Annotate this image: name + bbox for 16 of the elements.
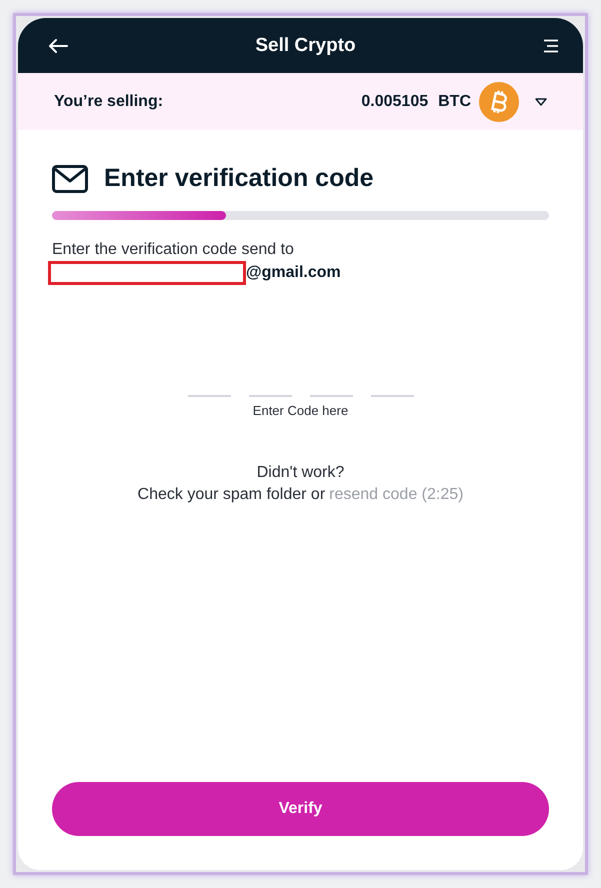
currency-code: BTC (438, 92, 471, 110)
verify-button[interactable]: Verify (52, 782, 549, 836)
page-title: Sell Crypto (254, 34, 357, 56)
email-suffix: @gmail.com (246, 264, 341, 282)
help-text: Check your spam folder or (138, 486, 326, 503)
step-title: Enter verification code (104, 164, 374, 193)
code-hint: Enter Code here (252, 403, 350, 418)
menu-icon[interactable] (543, 38, 559, 52)
caret-icon[interactable] (535, 98, 547, 106)
amount-value: 0.005105 (361, 92, 428, 110)
help-question: Didn't work? (256, 464, 346, 482)
instruction-text: Enter the verification code send to (52, 241, 295, 259)
selling-label: You’re selling: (54, 92, 164, 110)
back-arrow-icon[interactable] (48, 38, 68, 54)
bitcoin-icon (479, 82, 519, 122)
envelope-icon (52, 164, 88, 192)
